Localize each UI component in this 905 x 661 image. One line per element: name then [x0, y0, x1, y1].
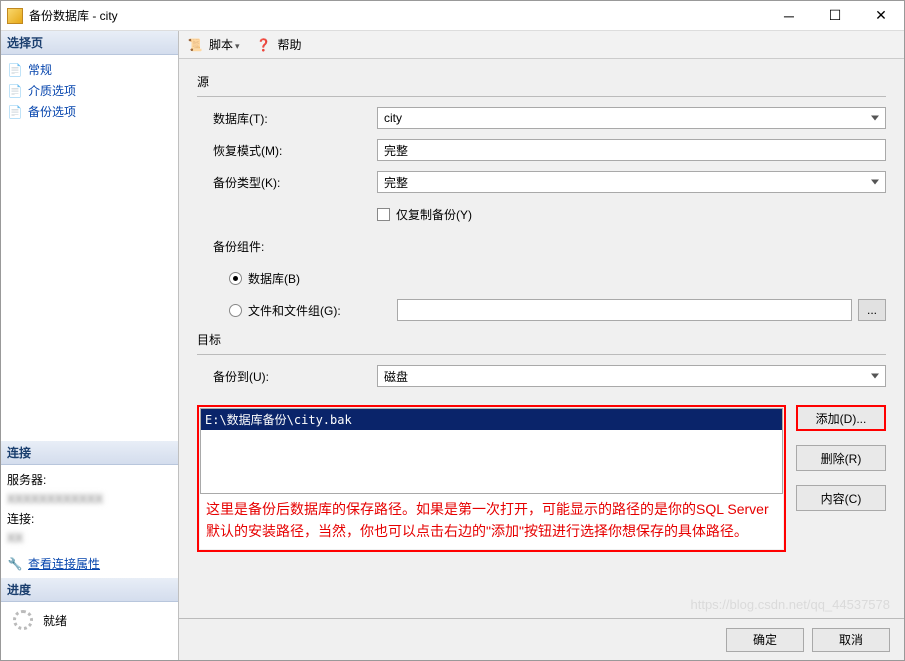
page-icon: 📄	[7, 62, 23, 78]
sidebar-item-media[interactable]: 📄 介质选项	[1, 80, 178, 101]
dialog-footer: 确定 取消	[179, 618, 904, 660]
main-panel: 📜 脚本 ❓ 帮助 源 数据库(T): city 恢复模式(M): 完整 备份类…	[179, 31, 904, 660]
backup-to-label: 备份到(U):	[197, 368, 377, 385]
component-files-radio[interactable]	[229, 304, 242, 317]
watermark: https://blog.csdn.net/qq_44537578	[691, 597, 891, 612]
connection-value: XX	[1, 529, 178, 547]
sidebar-item-label: 备份选项	[28, 103, 76, 120]
page-icon: 📄	[7, 104, 23, 120]
progress-header: 进度	[1, 578, 178, 602]
toolbar: 📜 脚本 ❓ 帮助	[179, 31, 904, 59]
server-value: XXXXXXXXXXXX	[1, 490, 178, 508]
sidebar: 选择页 📄 常规 📄 介质选项 📄 备份选项 连接 服务器: XXXXXXXXX…	[1, 31, 179, 660]
server-label: 服务器:	[1, 469, 178, 490]
destination-highlight-box: E:\数据库备份\city.bak 这里是备份后数据库的保存路径。如果是第一次打…	[197, 405, 786, 552]
content-area: 源 数据库(T): city 恢复模式(M): 完整 备份类型(K): 完整	[179, 59, 904, 618]
contents-button[interactable]: 内容(C)	[796, 485, 886, 511]
view-connection-props[interactable]: 🔧 查看连接属性	[1, 553, 178, 574]
divider	[197, 354, 886, 355]
help-button[interactable]: 帮助	[278, 36, 302, 53]
dest-group-label: 目标	[197, 331, 886, 348]
backup-type-label: 备份类型(K):	[197, 174, 377, 191]
properties-icon: 🔧	[7, 556, 23, 572]
script-button[interactable]: 脚本	[209, 36, 240, 53]
files-field	[397, 299, 852, 321]
source-group-label: 源	[197, 73, 886, 90]
backup-type-combo[interactable]: 完整	[377, 171, 886, 193]
remove-button[interactable]: 删除(R)	[796, 445, 886, 471]
progress-spinner-icon	[13, 610, 33, 630]
component-files-label: 文件和文件组(G):	[248, 302, 341, 319]
sidebar-item-general[interactable]: 📄 常规	[1, 59, 178, 80]
recovery-field: 完整	[377, 139, 886, 161]
page-icon: 📄	[7, 83, 23, 99]
cancel-button[interactable]: 取消	[812, 628, 890, 652]
sidebar-item-label: 常规	[28, 61, 52, 78]
close-button[interactable]: ✕	[858, 1, 904, 30]
copy-only-label: 仅复制备份(Y)	[396, 206, 472, 223]
help-icon: ❓	[256, 37, 272, 53]
database-icon	[7, 8, 23, 24]
script-icon: 📜	[187, 37, 203, 53]
window-title: 备份数据库 - city	[29, 7, 766, 24]
database-label: 数据库(T):	[197, 110, 377, 127]
connection-header: 连接	[1, 441, 178, 465]
backup-to-combo[interactable]: 磁盘	[377, 365, 886, 387]
component-label: 备份组件:	[197, 238, 377, 255]
annotation-text: 这里是备份后数据库的保存路径。如果是第一次打开，可能显示的路径的是你的SQL S…	[200, 494, 783, 549]
files-browse-button[interactable]: ...	[858, 299, 886, 321]
component-database-radio[interactable]	[229, 272, 242, 285]
view-props-link: 查看连接属性	[28, 555, 100, 572]
sidebar-item-label: 介质选项	[28, 82, 76, 99]
connection-label: 连接:	[1, 508, 178, 529]
titlebar: 备份数据库 - city ─ ☐ ✕	[1, 1, 904, 31]
database-combo[interactable]: city	[377, 107, 886, 129]
window-buttons: ─ ☐ ✕	[766, 1, 904, 30]
select-page-header: 选择页	[1, 31, 178, 55]
destination-list[interactable]: E:\数据库备份\city.bak	[200, 408, 783, 494]
destination-item[interactable]: E:\数据库备份\city.bak	[201, 409, 782, 430]
recovery-label: 恢复模式(M):	[197, 142, 377, 159]
sidebar-item-backup-opts[interactable]: 📄 备份选项	[1, 101, 178, 122]
divider	[197, 96, 886, 97]
add-button[interactable]: 添加(D)...	[796, 405, 886, 431]
maximize-button[interactable]: ☐	[812, 1, 858, 30]
minimize-button[interactable]: ─	[766, 1, 812, 30]
component-database-label: 数据库(B)	[248, 270, 300, 287]
ok-button[interactable]: 确定	[726, 628, 804, 652]
progress-status: 就绪	[43, 612, 67, 629]
copy-only-checkbox[interactable]	[377, 208, 390, 221]
